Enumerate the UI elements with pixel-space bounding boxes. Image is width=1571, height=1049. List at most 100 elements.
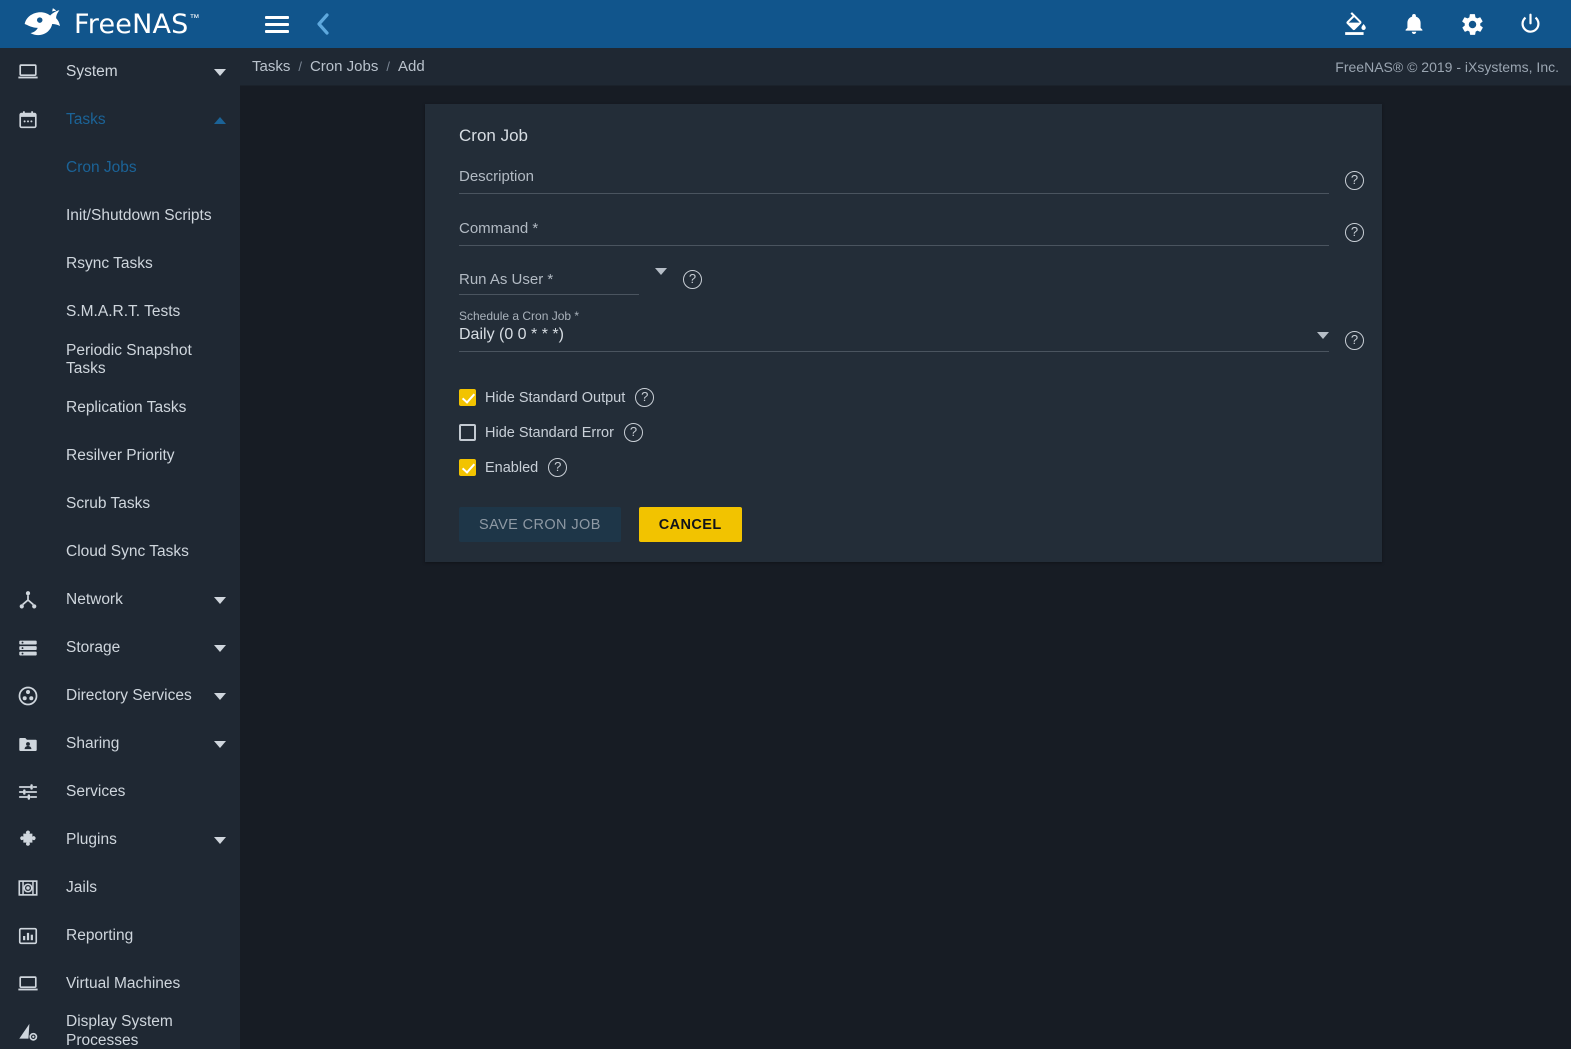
sidebar-item-resilver-priority[interactable]: Resilver Priority — [0, 432, 240, 480]
chevron-down-icon[interactable] — [214, 692, 226, 700]
freenas-app-window: FreeNAS ™ Tasks / Cron Jobs / Add FreeNA… — [0, 0, 1571, 1049]
sidebar-item-rsync-tasks[interactable]: Rsync Tasks — [0, 240, 240, 288]
sidebar-item-tasks[interactable]: Tasks — [0, 96, 240, 144]
network-icon — [12, 589, 44, 611]
sidebar-nav-list: System Tasks Cron Jobs Init/Shutdown Script… — [0, 48, 240, 1049]
sidebar-item-label: Cron Jobs — [66, 159, 137, 177]
sliders-icon — [12, 781, 44, 803]
sidebar-item-jails[interactable]: Jails — [0, 864, 240, 912]
sidebar-item-replication-tasks[interactable]: Replication Tasks — [0, 384, 240, 432]
sidebar-item-label: Network — [66, 591, 123, 609]
sidebar-item-label: Tasks — [66, 111, 106, 129]
jail-icon — [12, 877, 44, 899]
sharing-folder-icon — [12, 733, 44, 755]
chevron-down-icon[interactable] — [214, 836, 226, 844]
sidebar-item-sharing[interactable]: Sharing — [0, 720, 240, 768]
sidebar-item-label: Directory Services — [66, 687, 192, 705]
chevron-up-icon[interactable] — [214, 116, 226, 124]
sidebar-item-directory-services[interactable]: Directory Services — [0, 672, 240, 720]
sidebar-item-cloud-sync-tasks[interactable]: Cloud Sync Tasks — [0, 528, 240, 576]
sidebar-item-label: Resilver Priority — [66, 447, 175, 465]
power-icon[interactable] — [1515, 9, 1545, 39]
sidebar-item-display-system-processes[interactable]: Display System Processes — [0, 1008, 240, 1049]
form-actions: SAVE CRON JOB CANCEL — [443, 493, 1364, 542]
checkbox-label: Hide Standard Output — [485, 389, 626, 406]
laptop-icon — [12, 61, 44, 83]
bar-chart-icon — [12, 925, 44, 947]
breadcrumb-item-2: Add — [397, 58, 425, 75]
schedule-select[interactable]: Daily (0 0 * * *) — [459, 326, 1329, 352]
sidebar-item-system[interactable]: System — [0, 48, 240, 96]
cancel-button[interactable]: CANCEL — [638, 507, 742, 542]
help-circle-icon[interactable]: ? — [548, 458, 568, 477]
chevron-left-icon[interactable] — [308, 9, 338, 39]
command-field-group: ? — [443, 220, 1364, 246]
breadcrumb-item-1[interactable]: Cron Jobs — [310, 58, 378, 75]
description-input[interactable] — [459, 168, 1329, 194]
sidebar-item-label: Rsync Tasks — [66, 255, 153, 273]
help-circle-icon[interactable]: ? — [623, 423, 643, 442]
puzzle-piece-icon — [12, 829, 44, 851]
bell-icon[interactable] — [1399, 9, 1429, 39]
command-input[interactable] — [459, 220, 1329, 246]
sidebar-item-label: Services — [66, 783, 126, 801]
chevron-down-icon[interactable] — [1317, 331, 1329, 339]
sidebar-item-label: Init/Shutdown Scripts — [66, 207, 212, 225]
schedule-field-group: Schedule a Cron Job * Daily (0 0 * * *) … — [443, 309, 1364, 352]
sidebar-item-label: Storage — [66, 639, 121, 657]
help-circle-icon[interactable]: ? — [683, 270, 702, 289]
sidebar-item-label: Scrub Tasks — [66, 495, 151, 513]
checkbox-hide-standard-output[interactable] — [459, 389, 476, 406]
copyright-text: FreeNAS® © 2019 - iXsystems, Inc. — [1335, 58, 1559, 75]
save-cron-job-button[interactable]: SAVE CRON JOB — [459, 507, 621, 542]
sidebar-item-label: Virtual Machines — [66, 975, 181, 993]
sidebar-item-s-m-a-r-t-tests[interactable]: S.M.A.R.T. Tests — [0, 288, 240, 336]
chevron-down-icon[interactable] — [214, 596, 226, 604]
checkbox-enabled[interactable] — [459, 459, 476, 476]
help-circle-icon[interactable]: ? — [1345, 170, 1364, 190]
breadcrumb-separator: / — [386, 59, 390, 74]
gear-icon[interactable] — [1457, 9, 1487, 39]
sidebar-item-label: Display System Processes — [66, 1013, 173, 1049]
checkbox-label: Enabled — [485, 459, 539, 476]
directory-services-icon — [12, 685, 44, 707]
breadcrumb-item-0[interactable]: Tasks — [252, 58, 290, 75]
help-circle-icon[interactable]: ? — [1345, 222, 1364, 242]
sidebar-item-cron-jobs[interactable]: Cron Jobs — [0, 144, 240, 192]
schedule-selected-value: Daily (0 0 * * *) — [459, 326, 564, 343]
sidebar-item-periodic-snapshot-tasks[interactable]: Periodic Snapshot Tasks — [0, 336, 240, 384]
sidebar-item-label: Periodic Snapshot Tasks — [66, 342, 192, 377]
sidebar-item-label: Reporting — [66, 927, 134, 945]
chevron-down-icon[interactable] — [655, 268, 667, 275]
checkbox-hide-standard-error[interactable] — [459, 424, 476, 441]
sidebar-item-virtual-machines[interactable]: Virtual Machines — [0, 960, 240, 1008]
chevron-down-icon[interactable] — [214, 68, 226, 76]
hamburger-menu-icon[interactable] — [262, 9, 292, 39]
chevron-down-icon[interactable] — [214, 644, 226, 652]
sidebar-item-plugins[interactable]: Plugins — [0, 816, 240, 864]
freenas-fish-logo — [24, 8, 61, 36]
calendar-icon — [12, 109, 44, 131]
paint-bucket-icon[interactable] — [1341, 9, 1371, 39]
help-circle-icon[interactable]: ? — [1345, 331, 1364, 350]
sidebar-item-scrub-tasks[interactable]: Scrub Tasks — [0, 480, 240, 528]
run-as-user-input[interactable] — [459, 271, 639, 295]
brand-trademark: ™ — [189, 12, 200, 24]
sidebar-item-init-shutdown-scripts[interactable]: Init/Shutdown Scripts — [0, 192, 240, 240]
brand-logo-area[interactable]: FreeNAS ™ — [0, 0, 240, 48]
sidebar-item-services[interactable]: Services — [0, 768, 240, 816]
brand-name: FreeNAS — [74, 8, 189, 40]
topbar-right-tools — [1341, 9, 1571, 39]
sidebar-item-reporting[interactable]: Reporting — [0, 912, 240, 960]
chevron-down-icon[interactable] — [214, 740, 226, 748]
sidebar-item-label: System — [66, 63, 118, 81]
sidebar-item-storage[interactable]: Storage — [0, 624, 240, 672]
checkbox-label: Hide Standard Error — [485, 424, 614, 441]
sidebar-item-network[interactable]: Network — [0, 576, 240, 624]
sidebar-item-label: Sharing — [66, 735, 120, 753]
laptop-icon — [12, 973, 44, 995]
schedule-label: Schedule a Cron Job * — [459, 309, 580, 323]
help-circle-icon[interactable]: ? — [635, 388, 655, 407]
checkbox-row: Hide Standard Error? — [459, 423, 1364, 442]
sidebar-item-label: Cloud Sync Tasks — [66, 543, 189, 561]
